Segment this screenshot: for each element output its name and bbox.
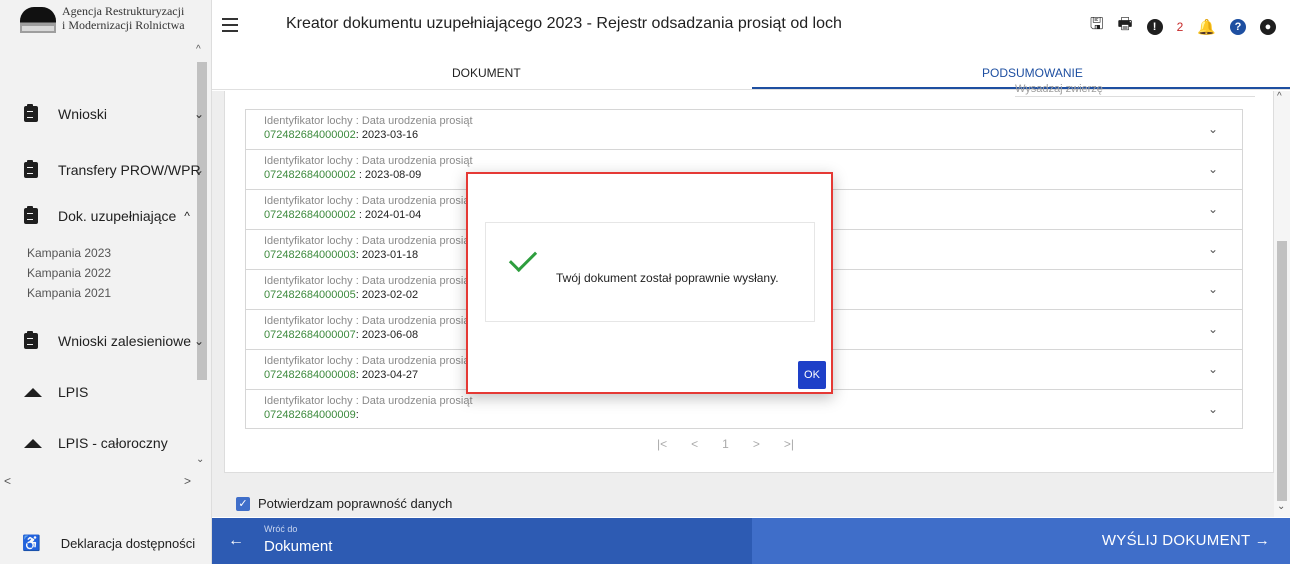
success-message: Twój dokument został poprawnie wysłany. xyxy=(556,271,779,285)
success-dialog: Twój dokument został poprawnie wysłany. … xyxy=(466,172,833,394)
ok-button[interactable]: OK xyxy=(798,361,826,389)
check-icon xyxy=(508,243,538,273)
message-box: Twój dokument został poprawnie wysłany. xyxy=(485,222,815,322)
modal-overlay: Twój dokument został poprawnie wysłany. … xyxy=(0,0,1290,564)
